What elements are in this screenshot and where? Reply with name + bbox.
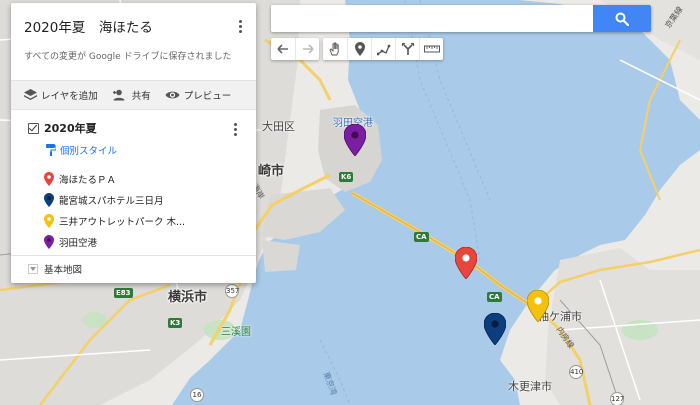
place-item-mitsui-outlet[interactable]: 三井アウトレットパーク 木... (44, 210, 256, 231)
label-kawasaki: 崎市 (258, 164, 285, 179)
layer-visibility-checkbox[interactable] (28, 122, 39, 134)
share-button[interactable]: 共有 (112, 88, 151, 102)
paint-roller-icon (46, 144, 56, 156)
basemap-dropdown[interactable] (28, 263, 38, 274)
shield-k3: K3 (168, 318, 183, 328)
hand-icon (329, 42, 339, 56)
layer-options-menu[interactable] (227, 120, 243, 138)
tools-group (323, 38, 443, 60)
yellow-marker-icon (44, 213, 54, 228)
shield-k6: K6 (339, 172, 354, 182)
preview-button[interactable]: プレビュー (165, 88, 232, 102)
map-title[interactable]: 2020年夏 海ほたる (24, 16, 243, 36)
preview-label: プレビュー (183, 91, 232, 102)
place-list: 海ほたるＰＡ 龍宮城スパホテル三日月 三井アウトレットパーク 木... 羽田空港 (44, 168, 256, 252)
kebab-dot (238, 29, 242, 33)
label-yokohama: 横浜市 (168, 290, 208, 305)
place-item-umihotaru[interactable]: 海ほたるＰＡ (44, 168, 256, 189)
label-ota: 大田区 (262, 120, 295, 133)
marker-ryugujo-hotel[interactable] (484, 313, 506, 345)
add-marker-icon (354, 42, 365, 56)
route-357: 357 (225, 284, 239, 298)
map-options-menu[interactable] (232, 17, 248, 35)
search-bar (271, 5, 651, 32)
undo-redo-group (271, 38, 319, 60)
basemap-toggle[interactable]: 基本地図 (11, 256, 256, 281)
route-127: 127 (610, 392, 624, 405)
add-layer-button[interactable]: レイヤを追加 (24, 88, 98, 102)
place-label: 三井アウトレットパーク 木... (59, 216, 186, 228)
place-label: 龍宮城スパホテル三日月 (59, 195, 164, 207)
redo-icon (302, 44, 314, 54)
layer-header: 2020年夏 (28, 120, 256, 136)
redo-button[interactable] (295, 38, 319, 60)
route-410: 410 (569, 365, 583, 379)
search-button[interactable] (593, 5, 651, 32)
map-panel: 2020年夏 海ほたる すべての変更が Google ドライブに保存されました … (11, 3, 256, 283)
place-label: 海ほたるＰＡ (59, 174, 117, 186)
navy-marker-icon (44, 192, 54, 207)
map-toolbar (271, 38, 443, 60)
pan-tool-button[interactable] (323, 38, 347, 60)
kebab-dot (233, 132, 237, 136)
layer-section: 2020年夏 個別スタイル 海ほたるＰＡ 龍宮城スパホテル三日月 三井アウトレッ… (11, 110, 256, 256)
kebab-dot (238, 19, 242, 23)
eye-icon (165, 91, 180, 99)
red-marker-icon (44, 171, 54, 186)
add-person-icon (112, 89, 125, 101)
measure-button[interactable] (419, 38, 443, 60)
route-16: 16 (190, 388, 204, 402)
individual-style-link[interactable]: 個別スタイル (46, 143, 256, 157)
marker-mitsui-outlet[interactable] (527, 290, 549, 322)
draw-line-button[interactable] (371, 38, 395, 60)
place-item-ryugujo[interactable]: 龍宮城スパホテル三日月 (44, 189, 256, 210)
shield-ca-1: CA (414, 232, 429, 242)
measure-icon (423, 45, 440, 53)
kebab-dot (233, 127, 237, 131)
undo-icon (277, 44, 288, 54)
directions-button[interactable] (395, 38, 419, 60)
search-icon (615, 12, 629, 26)
add-marker-button[interactable] (347, 38, 371, 60)
kebab-dot (233, 122, 237, 126)
undo-button[interactable] (271, 38, 295, 60)
share-label: 共有 (131, 91, 151, 102)
save-status: すべての変更が Google ドライブに保存されました (24, 52, 232, 62)
layers-icon (24, 89, 37, 100)
place-item-haneda[interactable]: 羽田空港 (44, 231, 256, 252)
marker-umihotaru-pa[interactable] (455, 247, 477, 279)
draw-line-icon (376, 44, 390, 56)
add-layer-label: レイヤを追加 (41, 91, 98, 102)
search-input[interactable] (271, 5, 593, 32)
purple-marker-icon (44, 234, 54, 249)
panel-header: 2020年夏 海ほたる すべての変更が Google ドライブに保存されました (11, 3, 256, 80)
label-kisarazu: 木更津市 (508, 380, 552, 393)
place-label: 羽田空港 (59, 237, 98, 249)
basemap-label: 基本地図 (44, 264, 83, 276)
shield-e83: E83 (114, 288, 133, 298)
label-sankeien: 三溪園 (221, 327, 251, 338)
layer-title[interactable]: 2020年夏 (44, 120, 97, 136)
chevron-down-icon (30, 266, 36, 271)
action-bar: レイヤを追加 共有 プレビュー (11, 80, 256, 110)
kebab-dot (238, 24, 242, 28)
marker-haneda-airport[interactable] (344, 124, 366, 156)
shield-ca-2: CA (487, 292, 502, 302)
directions-icon (401, 43, 414, 55)
individual-style-label: 個別スタイル (60, 146, 118, 157)
